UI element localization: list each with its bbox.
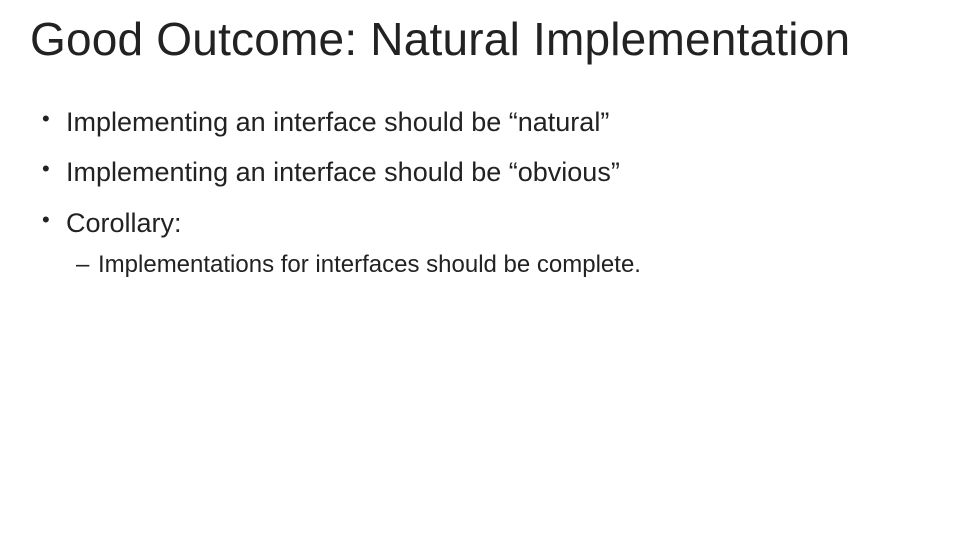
sub-bullet-list: Implementations for interfaces should be… [66,249,930,281]
bullet-item: Corollary: Implementations for interface… [38,205,930,282]
bullet-text: Implementing an interface should be “obv… [66,157,620,187]
bullet-text: Implementing an interface should be “nat… [66,107,609,137]
slide-title: Good Outcome: Natural Implementation [30,12,930,66]
sub-bullet-item: Implementations for interfaces should be… [76,249,930,281]
sub-bullet-text: Implementations for interfaces should be… [98,251,641,278]
bullet-text: Corollary: [66,208,182,238]
bullet-item: Implementing an interface should be “obv… [38,154,930,190]
bullet-item: Implementing an interface should be “nat… [38,104,930,140]
slide: Good Outcome: Natural Implementation Imp… [0,0,960,540]
bullet-list: Implementing an interface should be “nat… [30,104,930,282]
